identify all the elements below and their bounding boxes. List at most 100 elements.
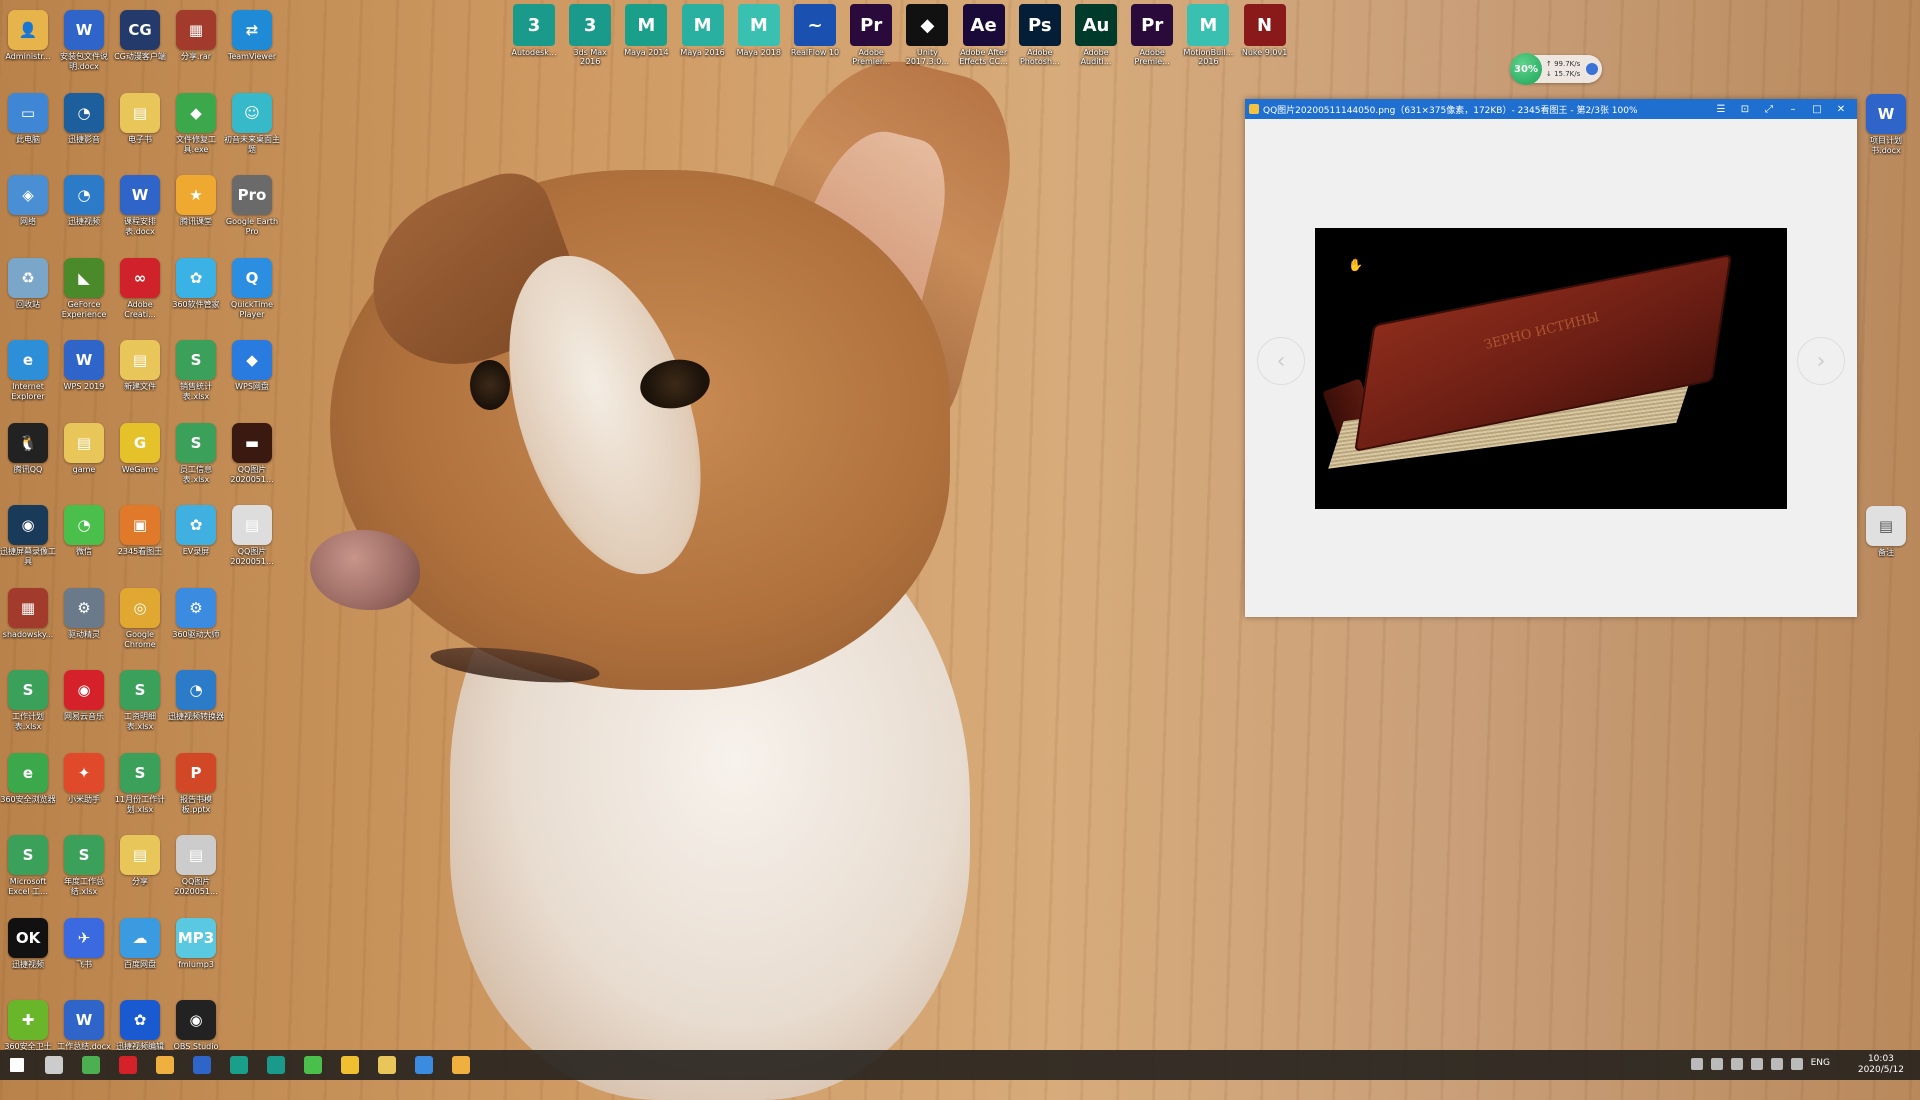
desktop-icon[interactable]: S 销售统计表.xlsx — [168, 338, 224, 418]
volume-icon[interactable] — [1790, 1058, 1803, 1070]
taskbar-button-task-view[interactable] — [41, 1054, 67, 1076]
tray-icon[interactable] — [1690, 1058, 1703, 1070]
desktop-icon[interactable]: ⚙ 360驱动大师 — [168, 586, 224, 666]
desktop-icon[interactable]: ∞ Adobe Creati... — [112, 256, 168, 336]
desktop-icon[interactable]: Pro Google Earth Pro — [224, 173, 280, 253]
desktop-icon[interactable]: S 工作计划表.xlsx — [0, 668, 56, 748]
pin-button[interactable]: ⊡ — [1733, 99, 1757, 119]
network-icon[interactable] — [1770, 1058, 1783, 1070]
desktop-icon[interactable]: ▤ 备注 — [1858, 504, 1914, 584]
desktop-icon[interactable]: S 工资明细表.xlsx — [112, 668, 168, 748]
desktop-icon[interactable]: ▤ game — [56, 421, 112, 501]
desktop-icon[interactable]: 🐧 腾讯QQ — [0, 421, 56, 501]
desktop-icon[interactable]: ☺ 初音未来桌面主题 — [224, 91, 280, 171]
desktop-icon[interactable]: ◉ 网易云音乐 — [56, 668, 112, 748]
desktop-icon[interactable]: ◆ WPS网盘 — [224, 338, 280, 418]
menu-button[interactable]: ☰ — [1709, 99, 1733, 119]
desktop-icon[interactable]: MP3 fmlump3 — [168, 916, 224, 996]
desktop-icon[interactable]: ▣ 2345看图王 — [112, 503, 168, 583]
desktop-icon[interactable]: ▤ 电子书 — [112, 91, 168, 171]
desktop-icon[interactable]: Pr Adobe Premier... — [844, 4, 898, 78]
desktop-icon[interactable]: Ps Adobe Photosh... — [1013, 4, 1067, 78]
desktop-icon[interactable]: e Internet Explorer — [0, 338, 56, 418]
taskbar-button-files-app[interactable] — [152, 1054, 178, 1076]
desktop-icon[interactable]: OK 迅捷视频 — [0, 916, 56, 996]
clock[interactable]: 10:03 2020/5/12 — [1858, 1054, 1904, 1076]
desktop-icon[interactable]: ✈ 飞书 — [56, 916, 112, 996]
taskbar-button-3dsmax[interactable] — [263, 1054, 289, 1076]
desktop-icon[interactable]: CG CG动漫客户端 — [112, 8, 168, 88]
desktop-icon[interactable]: W 安装包文件说明.docx — [56, 8, 112, 88]
desktop-icon[interactable]: P 报告书模板.pptx — [168, 751, 224, 831]
network-speed-widget[interactable]: 30% ↑ 99.7K/s ↓ 15.7K/s — [1510, 53, 1602, 85]
minimize-button[interactable]: – — [1781, 99, 1805, 119]
widget-icon[interactable] — [1586, 63, 1598, 75]
desktop-icon[interactable]: ~ RealFlow 10 — [788, 4, 842, 78]
desktop-icon[interactable]: S 年度工作总结.xlsx — [56, 833, 112, 913]
desktop-icon[interactable]: ▤ QQ图片2020051... — [224, 503, 280, 583]
desktop-icon[interactable]: S Microsoft Excel 工... — [0, 833, 56, 913]
desktop-icon[interactable]: ▦ shadowsky... — [0, 586, 56, 666]
viewer-titlebar[interactable]: QQ图片20200511144050.png（631×375像素，172KB）-… — [1245, 99, 1857, 119]
desktop-icon[interactable]: 3 3ds Max 2016 — [563, 4, 617, 78]
desktop-icon[interactable]: e 360安全浏览器 — [0, 751, 56, 831]
desktop-icon[interactable]: W 课程安排表.docx — [112, 173, 168, 253]
desktop-icon[interactable]: ◆ 文件修复工具.exe — [168, 91, 224, 171]
tray-icon[interactable] — [1750, 1058, 1763, 1070]
taskbar-button-wps[interactable] — [189, 1054, 215, 1076]
taskbar-button-browser-yellow[interactable] — [337, 1054, 363, 1076]
desktop-icon[interactable]: ◔ 微信 — [56, 503, 112, 583]
desktop-icon[interactable]: ◈ 网络 — [0, 173, 56, 253]
taskbar-button-maya[interactable] — [226, 1054, 252, 1076]
desktop-icon[interactable]: ♻ 回收站 — [0, 256, 56, 336]
next-image-button[interactable]: › — [1797, 337, 1845, 385]
desktop-icon[interactable]: W WPS 2019 — [56, 338, 112, 418]
maximize-button[interactable]: □ — [1805, 99, 1829, 119]
desktop-icon[interactable]: Ae Adobe After Effects CC... — [957, 4, 1011, 78]
prev-image-button[interactable]: ‹ — [1257, 337, 1305, 385]
desktop-icon[interactable]: ◔ 迅捷视频 — [56, 173, 112, 253]
desktop-icon[interactable]: ▤ 分享 — [112, 833, 168, 913]
close-button[interactable]: ✕ — [1829, 99, 1853, 119]
desktop-icon[interactable]: M Maya 2018 — [732, 4, 786, 78]
desktop-icon[interactable]: M MotionBuil... 2016 — [1181, 4, 1235, 78]
desktop-icon[interactable]: ◣ GeForce Experience — [56, 256, 112, 336]
desktop-icon[interactable]: ⚙ 驱动精灵 — [56, 586, 112, 666]
tray-icon[interactable] — [1710, 1058, 1723, 1070]
desktop-icon[interactable]: ◉ 迅捷屏幕录像工具 — [0, 503, 56, 583]
desktop-icon[interactable]: ◔ 迅捷视频转换器 — [168, 668, 224, 748]
desktop-icon[interactable]: N Nuke 9.0v1 — [1238, 4, 1292, 78]
image-canvas[interactable]: ЗЕРНО ИСТИНЫ — [1315, 228, 1787, 509]
desktop-icon[interactable]: ☁ 百度网盘 — [112, 916, 168, 996]
desktop-icon[interactable]: Q QuickTime Player — [224, 256, 280, 336]
desktop-icon[interactable]: S 员工信息表.xlsx — [168, 421, 224, 501]
desktop-icon[interactable]: ★ 腾讯课堂 — [168, 173, 224, 253]
taskbar-button-netease[interactable] — [115, 1054, 141, 1076]
tray-icon[interactable] — [1730, 1058, 1743, 1070]
desktop-icon[interactable]: ✿ 360软件管家 — [168, 256, 224, 336]
desktop-icon[interactable]: ◎ Google Chrome — [112, 586, 168, 666]
desktop-icon[interactable]: M Maya 2014 — [619, 4, 673, 78]
desktop-icon[interactable]: M Maya 2016 — [676, 4, 730, 78]
taskbar-button-360browser[interactable] — [78, 1054, 104, 1076]
desktop-icon[interactable]: S 11月份工作计划.xlsx — [112, 751, 168, 831]
desktop-icon[interactable]: ◆ Unity 2017.3.0... — [900, 4, 954, 78]
taskbar-button-start[interactable] — [4, 1054, 30, 1076]
desktop-icon[interactable]: ▬ QQ图片2020051... — [224, 421, 280, 501]
desktop-icon[interactable]: G WeGame — [112, 421, 168, 501]
taskbar-button-wechat[interactable] — [300, 1054, 326, 1076]
desktop-icon[interactable]: ▦ 分享.rar — [168, 8, 224, 88]
taskbar-button-viewer-app[interactable] — [448, 1054, 474, 1076]
desktop-icon[interactable]: ▭ 此电脑 — [0, 91, 56, 171]
desktop-icon[interactable]: ⇄ TeamViewer — [224, 8, 280, 88]
fullscreen-button[interactable]: ⤢ — [1757, 99, 1781, 119]
memory-percent[interactable]: 30% — [1510, 53, 1542, 85]
input-language[interactable]: ENG — [1811, 1058, 1830, 1070]
desktop-icon[interactable]: Au Adobe Auditi... — [1069, 4, 1123, 78]
desktop-icon[interactable]: 👤 Administr... — [0, 8, 56, 88]
desktop-icon[interactable]: 3 Autodesk... — [507, 4, 561, 78]
desktop-icon[interactable]: ▤ 新建文件 — [112, 338, 168, 418]
desktop-icon[interactable]: Pr Adobe Premie... — [1125, 4, 1179, 78]
desktop-icon[interactable]: W 项目计划书.docx — [1858, 92, 1914, 172]
taskbar-button-ps-tool[interactable] — [411, 1054, 437, 1076]
